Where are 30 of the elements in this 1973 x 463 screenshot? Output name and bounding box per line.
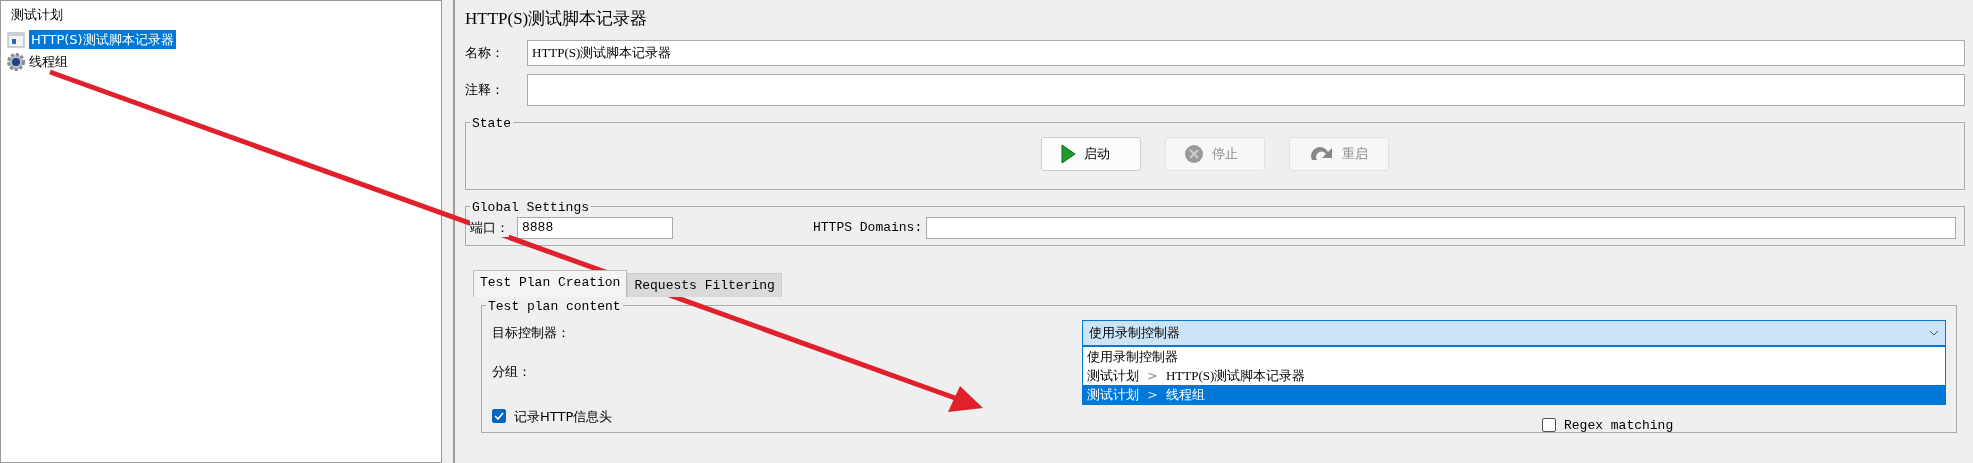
field-label: 端口： (470, 217, 509, 238)
dropdown-option[interactable]: 测试计划 > 线程组 (1083, 385, 1945, 404)
dropdown-option[interactable]: 使用录制控制器 (1083, 347, 1945, 366)
field-label: HTTPS Domains: (813, 218, 923, 237)
tab[interactable]: Test Plan Creation (473, 269, 628, 297)
stop-icon (1184, 143, 1204, 164)
checkbox-label: 记录HTTP信息头 (514, 407, 613, 426)
checkbox[interactable] (492, 409, 506, 424)
dropdown-option[interactable]: 测试计划 > HTTP(S)测试脚本记录器 (1083, 366, 1945, 385)
dropdown[interactable]: 使用录制控制器 (1082, 320, 1946, 346)
checkbox[interactable] (1542, 418, 1556, 433)
field-label: 名称： (465, 43, 505, 62)
text-field[interactable] (527, 73, 1965, 106)
panel-title: HTTP(S)测试脚本记录器 (465, 8, 649, 30)
field-label: 注释： (465, 80, 505, 99)
tree-item[interactable]: HTTP(S)测试脚本记录器 (29, 29, 176, 50)
field-label: 分组： (492, 363, 531, 381)
tab[interactable]: Requests Filtering (627, 272, 782, 297)
tree-item[interactable]: 线程组 (29, 51, 68, 72)
text-field[interactable]: HTTP(S)测试脚本记录器 (527, 39, 1965, 66)
checkbox-label: Regex matching (1564, 416, 1674, 435)
domains-field[interactable] (926, 216, 1956, 239)
tree-item[interactable]: 测试计划 (7, 5, 435, 25)
gear-icon (7, 52, 25, 71)
play-icon (1060, 143, 1076, 164)
chevron-down-icon (1929, 330, 1939, 336)
window-icon (7, 30, 25, 49)
state-button[interactable]: 启动 (1041, 136, 1141, 171)
port-field[interactable]: 8888 (517, 216, 673, 239)
field-label: 目标控制器： (492, 324, 571, 343)
